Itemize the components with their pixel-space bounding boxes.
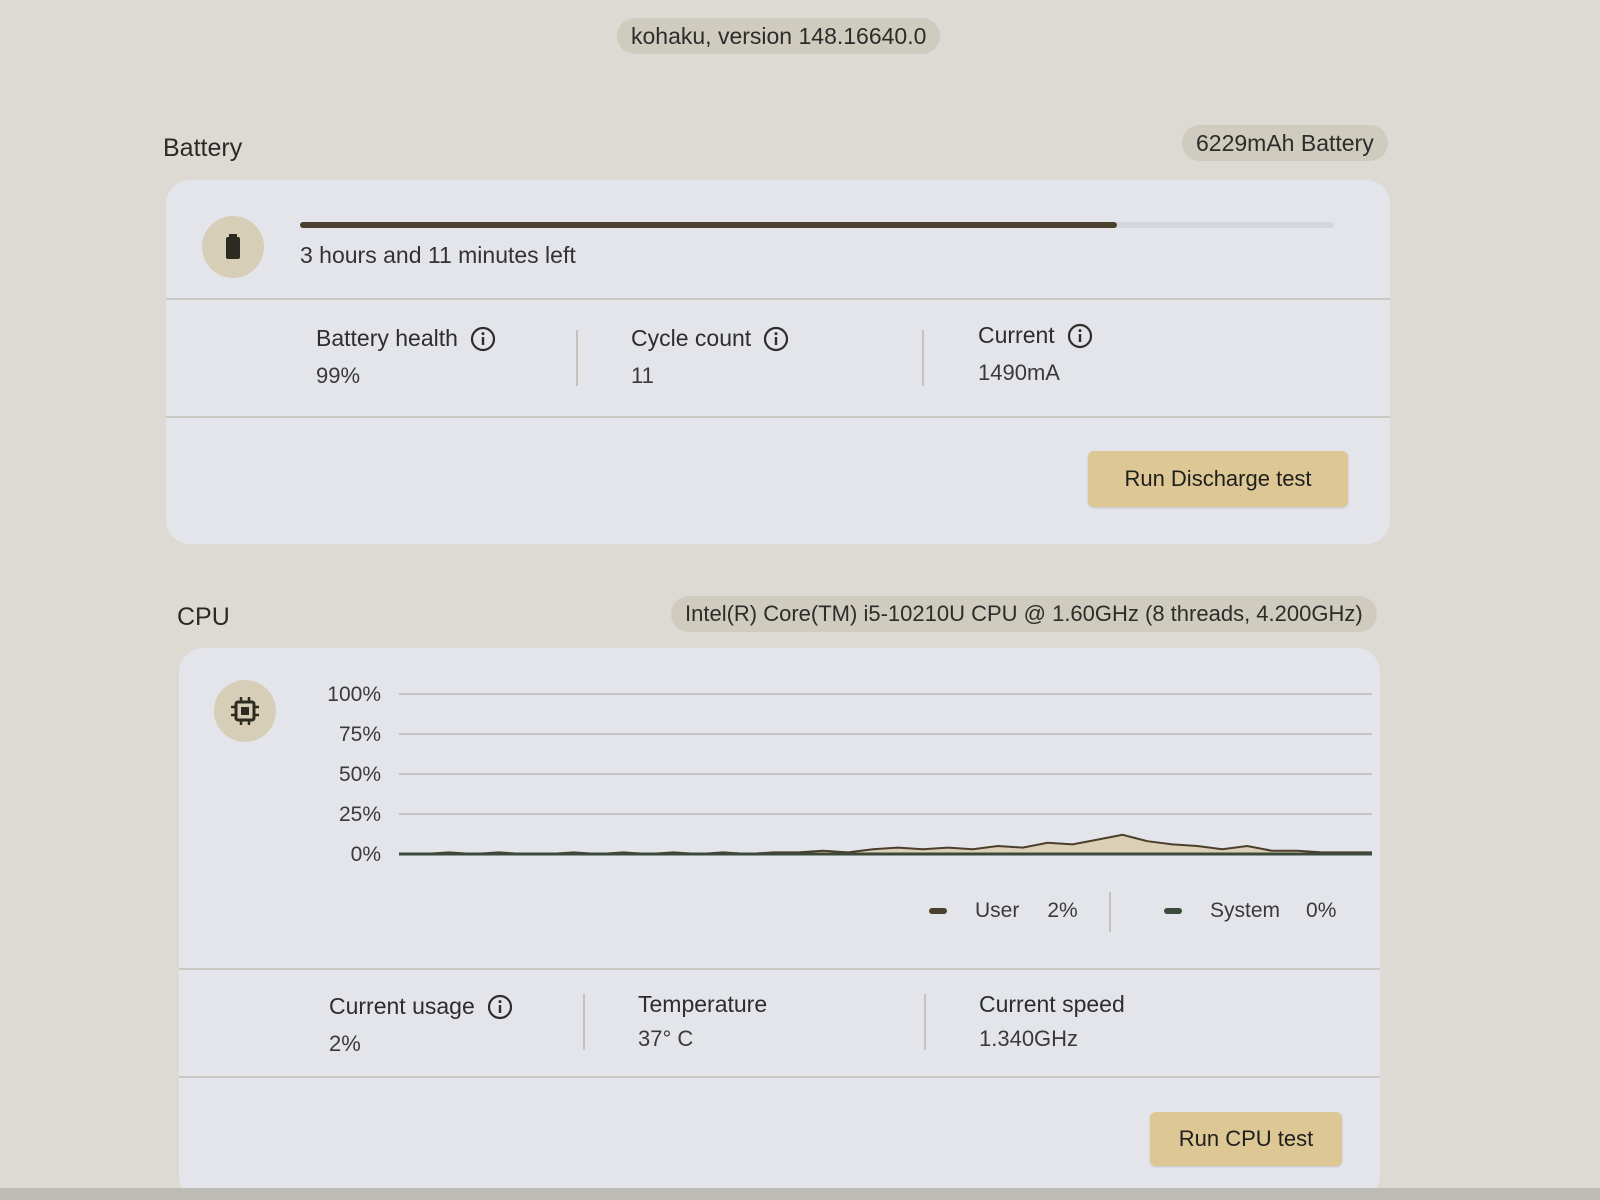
battery-icon (226, 234, 240, 259)
cpu-model-label: Intel(R) Core(TM) i5-10210U CPU @ 1.60GH… (685, 601, 1363, 626)
battery-health-label: Battery health (316, 325, 496, 352)
battery-health-value: 99% (316, 363, 361, 388)
battery-time-left: 3 hours and 11 minutes left (300, 242, 576, 268)
chart-y-tick-label: 0% (351, 843, 381, 866)
metric-divider (583, 994, 585, 1050)
info-icon[interactable] (763, 326, 789, 352)
battery-card: 3 hours and 11 minutes left Battery heal… (166, 180, 1390, 544)
battery-progress-fill (300, 222, 1117, 228)
cpu-divider-top (179, 968, 1380, 970)
chart-y-tick-label: 25% (339, 803, 381, 826)
legend-system-swatch (1164, 908, 1182, 914)
current-speed-value: 1.340GHz (979, 1026, 1079, 1051)
battery-divider-bottom (166, 416, 1390, 418)
metric-divider (576, 330, 578, 386)
battery-capacity-badge: 6229mAh Battery (1182, 125, 1388, 161)
legend-system-value: 0% (1306, 899, 1337, 922)
cpu-model-badge: Intel(R) Core(TM) i5-10210U CPU @ 1.60GH… (671, 596, 1377, 632)
battery-progress-track (300, 222, 1334, 228)
version-label: kohaku, version 148.16640.0 (631, 23, 927, 49)
legend-user: User 2% (929, 899, 1078, 923)
temperature-value: 37° C (638, 1026, 694, 1051)
current-usage-value: 2% (329, 1031, 361, 1056)
cycle-count-value: 11 (631, 363, 654, 388)
cpu-section-title: CPU (177, 603, 230, 631)
battery-divider-top (166, 298, 1390, 300)
battery-capacity-label: 6229mAh Battery (1196, 130, 1374, 156)
current-text: Current (978, 322, 1055, 348)
battery-health-text: Battery health (316, 325, 458, 351)
metric-divider (922, 330, 924, 386)
legend-system: System 0% (1164, 899, 1336, 923)
battery-icon-circle (202, 216, 264, 278)
cycle-count-text: Cycle count (631, 325, 752, 351)
legend-user-label: User (975, 899, 1020, 922)
run-cpu-test-button[interactable]: Run CPU test (1150, 1112, 1342, 1166)
legend-user-swatch (929, 908, 947, 914)
chart-y-tick-label: 50% (339, 763, 381, 786)
cycle-count-label: Cycle count (631, 325, 789, 352)
metric-divider (924, 994, 926, 1050)
current-usage-label: Current usage (329, 993, 513, 1020)
chart-series-area-user (399, 834, 1372, 854)
current-value: 1490mA (978, 360, 1060, 385)
info-icon[interactable] (470, 326, 496, 352)
temperature-label: Temperature (638, 991, 767, 1018)
current-speed-text: Current speed (979, 991, 1125, 1017)
cpu-card: 100% 75% 50% 25% 0% User 2% System 0% Curren… (179, 648, 1380, 1200)
info-icon[interactable] (1067, 323, 1093, 349)
chart-y-tick-label: 100% (327, 683, 381, 706)
current-label: Current (978, 322, 1093, 349)
run-discharge-test-button[interactable]: Run Discharge test (1088, 451, 1348, 507)
battery-section-title: Battery (163, 134, 243, 162)
cpu-divider-bottom (179, 1076, 1380, 1078)
legend-divider (1109, 892, 1111, 932)
temperature-text: Temperature (638, 991, 768, 1017)
legend-user-value: 2% (1047, 899, 1078, 922)
current-usage-text: Current usage (329, 993, 475, 1019)
current-speed-label: Current speed (979, 991, 1125, 1018)
cpu-usage-chart: 100% 75% 50% 25% 0% (327, 683, 1372, 866)
legend-system-label: System (1210, 899, 1281, 922)
version-badge: kohaku, version 148.16640.0 (617, 18, 941, 54)
info-icon[interactable] (487, 994, 513, 1020)
taskbar (0, 1188, 1600, 1200)
chart-y-tick-label: 75% (339, 723, 381, 746)
